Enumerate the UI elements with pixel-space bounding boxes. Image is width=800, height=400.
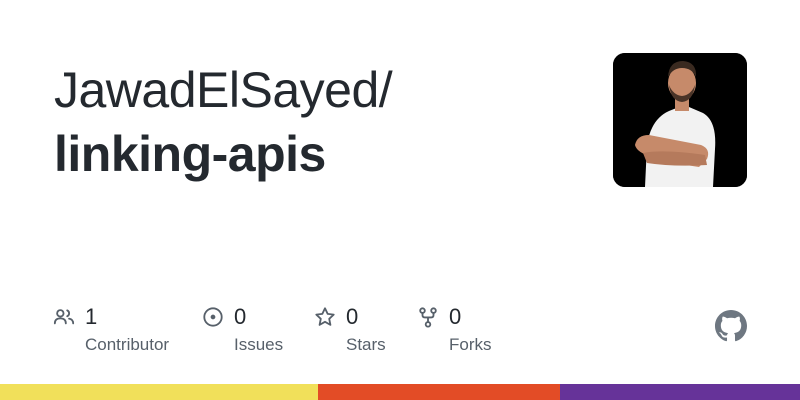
language-segment-orange <box>318 384 560 400</box>
avatar-photo <box>613 53 747 187</box>
issues-count: 0 <box>234 304 247 329</box>
people-icon <box>53 309 75 325</box>
repo-name[interactable]: linking-apis <box>54 126 326 182</box>
forks-count: 0 <box>449 304 462 329</box>
issues-label: Issues <box>234 335 284 354</box>
issue-opened-icon <box>203 307 223 327</box>
owner-avatar[interactable] <box>613 53 747 187</box>
repo-owner[interactable]: JawadElSayed/ <box>54 62 393 118</box>
repo-forked-icon <box>419 307 437 328</box>
star-icon <box>315 307 335 326</box>
language-segment-purple <box>560 384 800 400</box>
contributors-label: Contributor <box>85 335 170 354</box>
language-bar <box>0 384 800 400</box>
stars-label: Stars <box>346 335 386 354</box>
stars-count: 0 <box>346 304 359 329</box>
forks-label: Forks <box>449 335 492 354</box>
contributors-count: 1 <box>85 304 98 329</box>
language-segment-yellow <box>0 384 318 400</box>
github-mark-icon[interactable] <box>715 310 747 342</box>
